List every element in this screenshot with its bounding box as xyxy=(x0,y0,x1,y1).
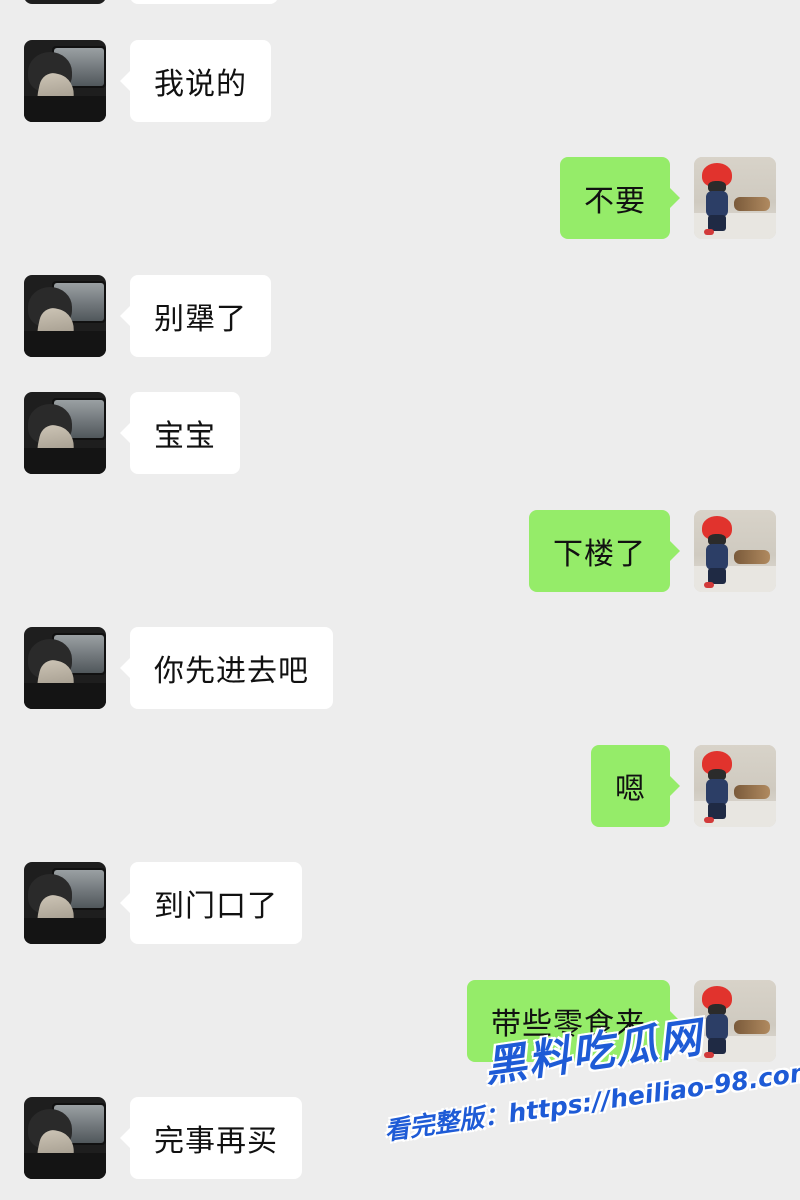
message-row-incoming: 宝宝 xyxy=(0,392,800,476)
contact-avatar[interactable] xyxy=(24,1097,106,1179)
contact-avatar[interactable] xyxy=(24,40,106,122)
message-row-outgoing: 不要 xyxy=(0,157,800,241)
message-bubble-incoming[interactable]: 别犟了 xyxy=(120,275,271,357)
message-row-incoming: 到门口了 xyxy=(0,862,800,946)
chat-message-list[interactable]: 我说的 不要 别犟了 宝宝 下楼了 你先进去吧 嗯 到门口了 带些零食来 完事再… xyxy=(0,0,800,1200)
message-bubble-partial[interactable] xyxy=(130,0,278,4)
message-bubble-outgoing[interactable]: 不要 xyxy=(560,157,680,239)
message-row-incoming: 我说的 xyxy=(0,40,800,124)
contact-avatar[interactable] xyxy=(24,627,106,709)
contact-avatar[interactable] xyxy=(24,862,106,944)
message-bubble-outgoing[interactable]: 下楼了 xyxy=(529,510,680,592)
contact-avatar[interactable] xyxy=(24,275,106,357)
contact-avatar[interactable] xyxy=(24,392,106,474)
message-row-incoming: 别犟了 xyxy=(0,275,800,359)
message-bubble-incoming[interactable]: 我说的 xyxy=(120,40,271,122)
self-avatar[interactable] xyxy=(694,157,776,239)
message-row-outgoing: 嗯 xyxy=(0,745,800,829)
contact-avatar-partial[interactable] xyxy=(24,0,106,4)
message-bubble-incoming[interactable]: 到门口了 xyxy=(120,862,302,944)
message-row-outgoing: 下楼了 xyxy=(0,510,800,594)
self-avatar[interactable] xyxy=(694,745,776,827)
message-bubble-incoming[interactable]: 你先进去吧 xyxy=(120,627,333,709)
self-avatar[interactable] xyxy=(694,510,776,592)
message-bubble-outgoing[interactable]: 嗯 xyxy=(591,745,680,827)
self-avatar[interactable] xyxy=(694,980,776,1062)
message-bubble-incoming[interactable]: 完事再买 xyxy=(120,1097,302,1179)
message-row-incoming: 你先进去吧 xyxy=(0,627,800,711)
message-bubble-incoming[interactable]: 宝宝 xyxy=(120,392,240,474)
